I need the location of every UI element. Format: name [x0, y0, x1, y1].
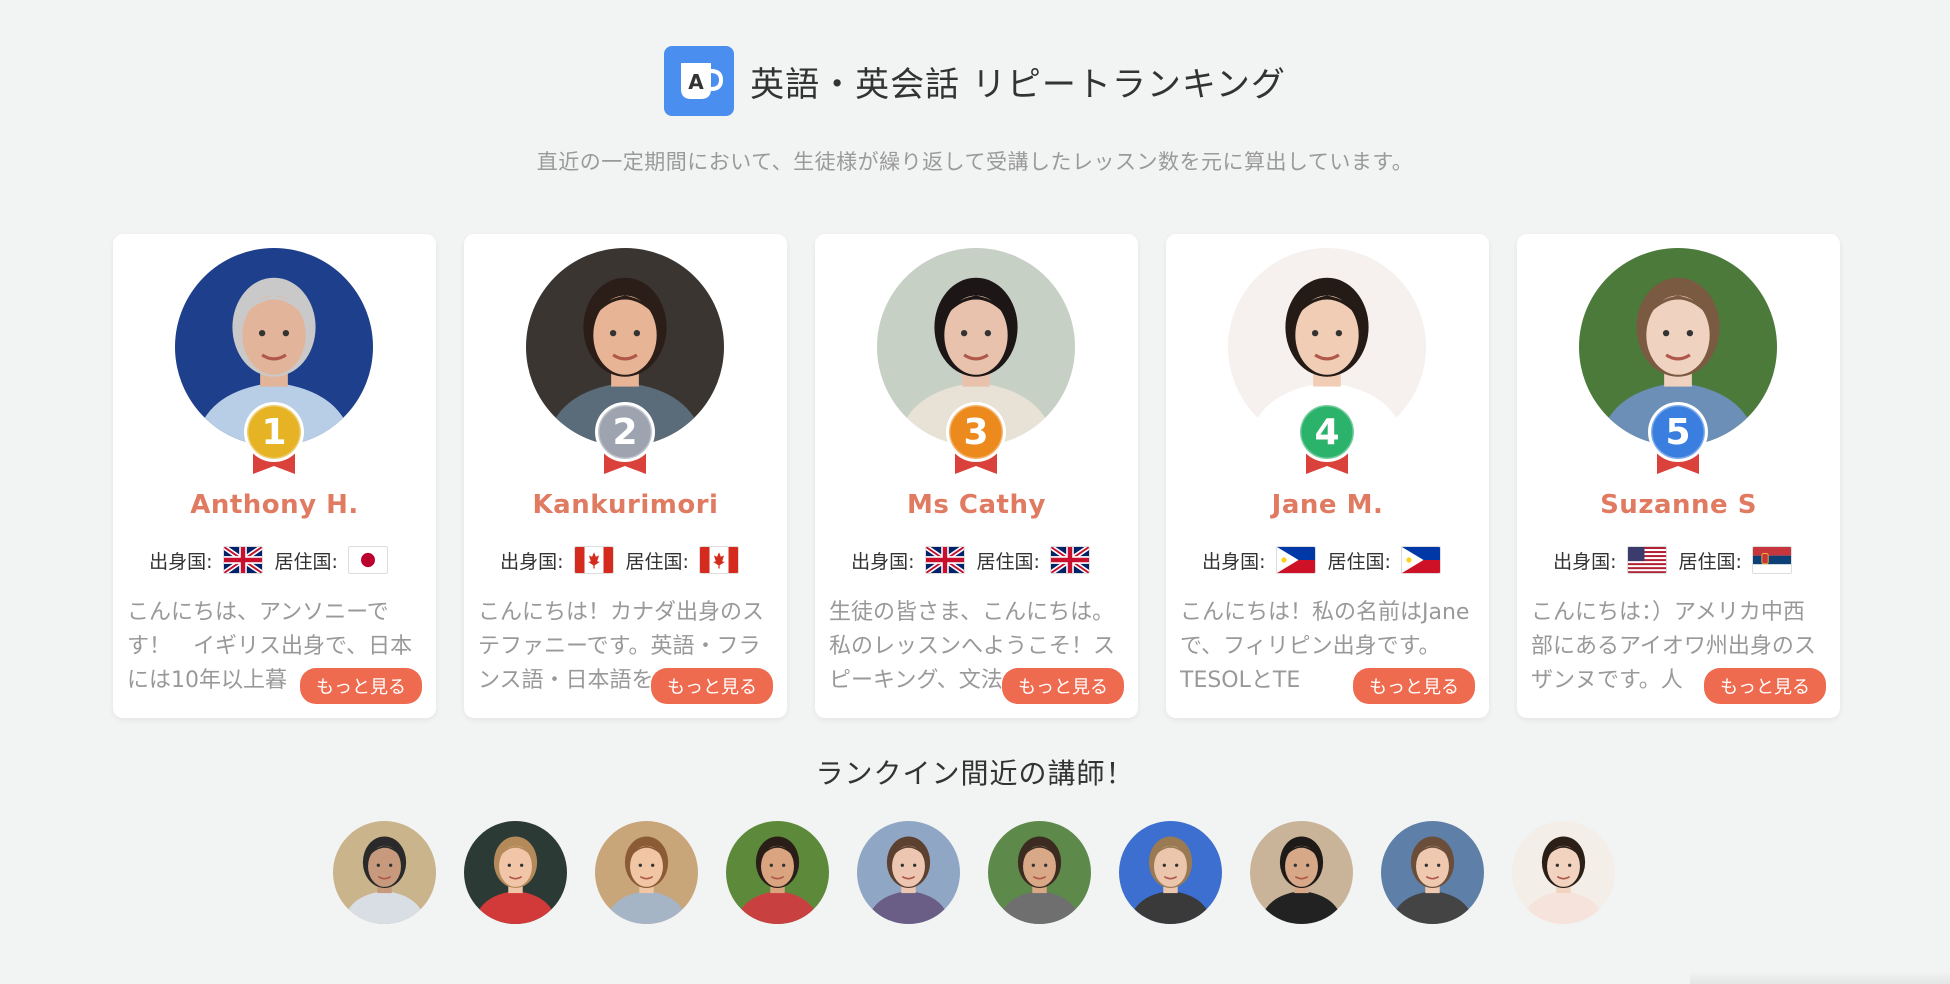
near-teacher-avatar[interactable] [1512, 821, 1615, 924]
country-info: 出身国: 居住国: [1517, 546, 1840, 574]
residence-label: 居住国: [1327, 550, 1391, 573]
philippines-flag-icon [1275, 546, 1316, 574]
residence-label: 居住国: [625, 550, 689, 573]
near-teacher-avatar[interactable] [464, 821, 567, 924]
see-more-button[interactable]: もっと見る [300, 668, 422, 704]
app-logo[interactable]: A [664, 46, 735, 116]
country-info: 出身国: 居住国: [113, 546, 436, 574]
near-teacher-photo [1381, 821, 1484, 924]
ranking-cards: 1 Anthony H. 出身国: 居住国: こんにちは、アンソニーです！ イギリス出身… [113, 234, 1840, 718]
country-info: 出身国: 居住国: [815, 546, 1138, 574]
near-teacher-avatar[interactable] [595, 821, 698, 924]
rank-badge: 3 [945, 400, 1007, 480]
origin-label: 出身国: [1553, 550, 1617, 573]
see-more-button[interactable]: もっと見る [1002, 668, 1124, 704]
near-teacher-photo [333, 821, 436, 924]
rank-number: 4 [1314, 412, 1340, 453]
rank-number: 5 [1665, 412, 1691, 453]
rank-number: 3 [963, 412, 989, 453]
uk-flag-icon [222, 546, 263, 574]
teacher-name[interactable]: Kankurimori [464, 490, 787, 520]
origin-label: 出身国: [1202, 550, 1266, 573]
see-more-button[interactable]: もっと見る [1704, 668, 1826, 704]
near-ranking-list [333, 821, 1615, 924]
usa-flag-icon [1626, 546, 1667, 574]
canada-flag-icon [698, 546, 739, 574]
near-teacher-photo [595, 821, 698, 924]
near-teacher-avatar[interactable] [333, 821, 436, 924]
near-teacher-photo [1119, 821, 1222, 924]
uk-flag-icon [924, 546, 965, 574]
near-teacher-photo [464, 821, 567, 924]
origin-label: 出身国: [851, 550, 915, 573]
canada-flag-icon [573, 546, 614, 574]
see-more-button[interactable]: もっと見る [651, 668, 773, 704]
country-info: 出身国: 居住国: [1166, 546, 1489, 574]
philippines-flag-icon [1400, 546, 1441, 574]
bottom-shadow [1690, 972, 1950, 984]
near-teacher-photo [857, 821, 960, 924]
residence-label: 居住国: [1678, 550, 1742, 573]
page-header: A 英語・英会話 リピートランキング [0, 46, 1950, 116]
residence-label: 居住国: [274, 550, 338, 573]
near-teacher-avatar[interactable] [726, 821, 829, 924]
cup-logo-icon: A [681, 63, 724, 99]
uk-flag-icon [1049, 546, 1090, 574]
see-more-button[interactable]: もっと見る [1353, 668, 1475, 704]
near-teacher-photo [988, 821, 1091, 924]
teacher-card[interactable]: 1 Anthony H. 出身国: 居住国: こんにちは、アンソニーです！ イギリス出身… [113, 234, 436, 718]
teacher-name[interactable]: Anthony H. [113, 490, 436, 520]
near-ranking-title: ランクイン間近の講師！ [815, 757, 1135, 790]
rank-number: 2 [612, 412, 638, 453]
teacher-card[interactable]: 4 Jane M. 出身国: 居住国: こんにちは！私の名前はJaneで、フィリピン出身… [1166, 234, 1489, 718]
rank-number: 1 [261, 412, 287, 453]
near-teacher-photo [726, 821, 829, 924]
rank-badge: 1 [243, 400, 305, 480]
japan-flag-icon [347, 546, 388, 574]
residence-label: 居住国: [976, 550, 1040, 573]
near-teacher-photo [1512, 821, 1615, 924]
near-teacher-avatar[interactable] [988, 821, 1091, 924]
rank-badge: 5 [1647, 400, 1709, 480]
teacher-name[interactable]: Suzanne S [1517, 490, 1840, 520]
country-info: 出身国: 居住国: [464, 546, 787, 574]
teacher-name[interactable]: Jane M. [1166, 490, 1489, 520]
near-teacher-avatar[interactable] [1381, 821, 1484, 924]
near-teacher-photo [1250, 821, 1353, 924]
teacher-card[interactable]: 3 Ms Cathy 出身国: 居住国: 生徒の皆さま、こんにちは。私のレッスンへようこ… [815, 234, 1138, 718]
rank-badge: 4 [1296, 400, 1358, 480]
page-title: 英語・英会話 リピートランキング [750, 64, 1286, 105]
teacher-name[interactable]: Ms Cathy [815, 490, 1138, 520]
serbia-flag-icon [1751, 546, 1792, 574]
near-teacher-avatar[interactable] [1119, 821, 1222, 924]
near-teacher-avatar[interactable] [857, 821, 960, 924]
rank-badge: 2 [594, 400, 656, 480]
origin-label: 出身国: [500, 550, 564, 573]
teacher-card[interactable]: 5 Suzanne S 出身国: 居住国: こんにちは：）アメリカ中西部にあるアイオワ州… [1517, 234, 1840, 718]
teacher-card[interactable]: 2 Kankurimori 出身国: 居住国: こんにちは！カナダ出身のステファニーです… [464, 234, 787, 718]
near-teacher-avatar[interactable] [1250, 821, 1353, 924]
origin-label: 出身国: [149, 550, 213, 573]
svg-text:A: A [688, 70, 704, 94]
page-subtitle: 直近の一定期間において、生徒様が繰り返して受講したレッスン数を元に算出しています… [536, 150, 1414, 174]
